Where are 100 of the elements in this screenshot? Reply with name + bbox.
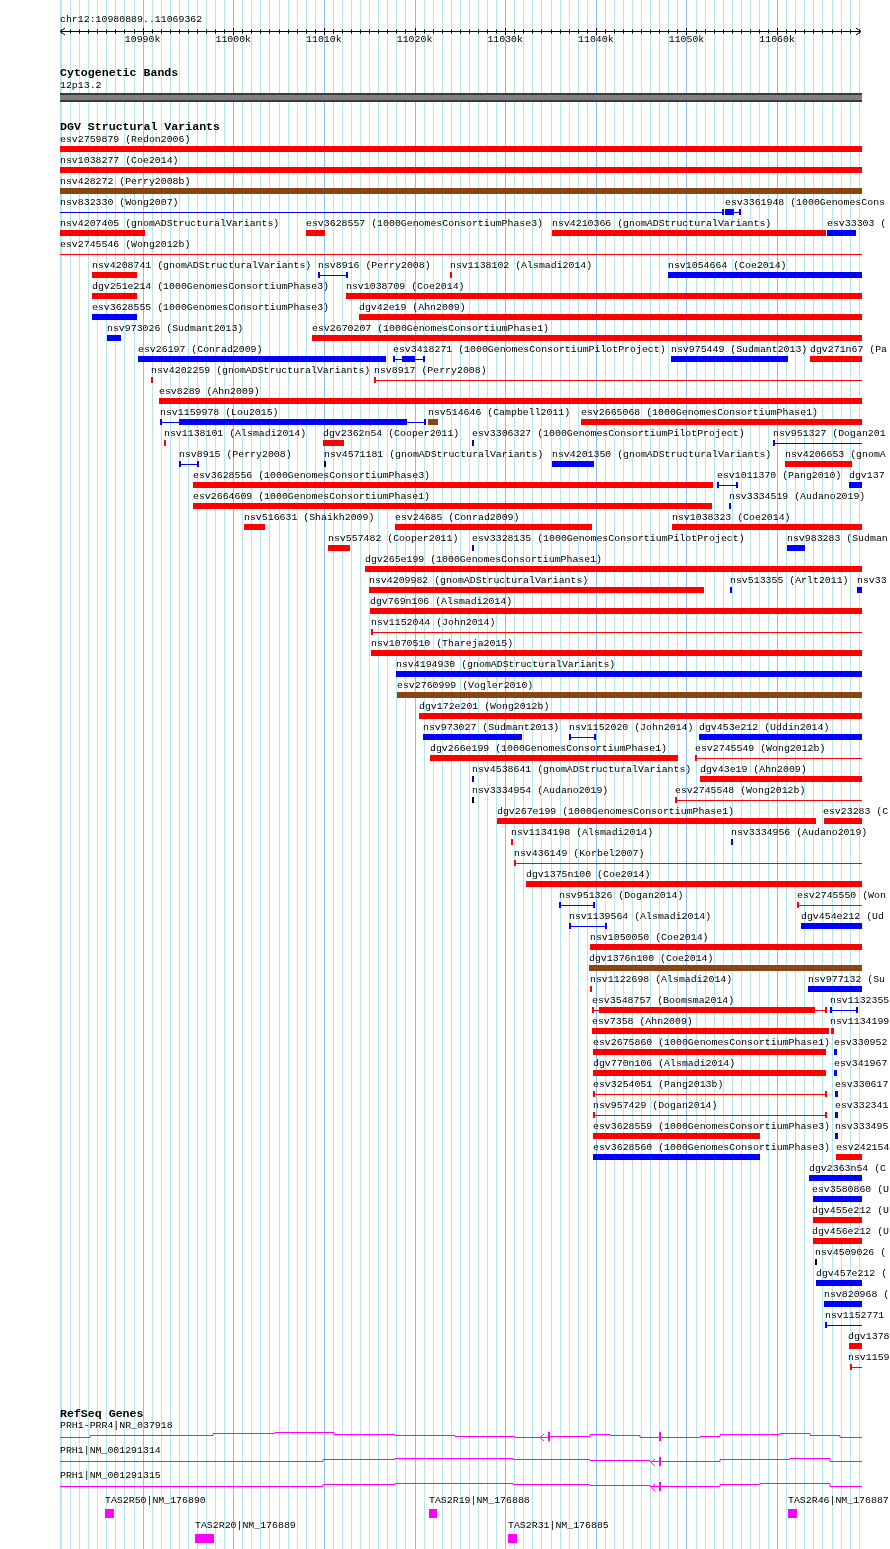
variant-label: dgv455e212 (U <box>812 1205 890 1217</box>
variant-label: nsv1138102 (Alsmadi2014) <box>450 260 593 272</box>
variant-label: nsv1054664 (Coe2014) <box>668 260 787 272</box>
gene-block <box>429 1509 437 1518</box>
variant-label: dgv457e212 ( <box>816 1268 888 1280</box>
variant-label: esv2759879 (Redon2006) <box>60 134 191 146</box>
variant-label: dgv2363n54 (C <box>809 1163 887 1175</box>
variant-label: nsv4201350 (gnomADStructuralVariants) <box>552 449 772 461</box>
variant-label: dgv265e199 (1000GenomesConsortiumPhase1) <box>365 554 603 566</box>
variant-label: esv3361948 (1000GenomesCons <box>725 197 885 209</box>
variant-label: nsv4509026 ( <box>815 1247 887 1259</box>
variant-label: nsv973027 (Sudmant2013) <box>423 722 560 734</box>
variant-label: dgv266e199 (1000GenomesConsortiumPhase1) <box>430 743 668 755</box>
variant-label: dgv137 <box>849 470 885 482</box>
variant-label: nsv983283 (Sudman <box>787 533 888 545</box>
variant-label: esv3328135 (1000GenomesConsortiumPilotProject) <box>472 533 745 545</box>
variant-label: dgv453e212 (Uddin2014) <box>699 722 830 734</box>
ruler-tick-label: 11050k <box>668 34 705 46</box>
variant-label: esv2675860 (1000GenomesConsortiumPhase1) <box>593 1037 831 1049</box>
ruler-tick-label: 11040k <box>578 34 614 46</box>
variant-label: esv2745550 (Won <box>797 890 886 902</box>
gene-label: TAS2R20|NM_176889 <box>195 1520 296 1532</box>
variant-label: nsv4571181 (gnomADStructuralVariants) <box>324 449 544 461</box>
variant-label: esv3628560 (1000GenomesConsortiumPhase3) <box>593 1142 831 1154</box>
variant-label: nsv1132355 <box>830 995 890 1007</box>
variant-label: nsv4202259 (gnomADStructuralVariants) <box>151 365 371 377</box>
variant-label: nsv1122698 (Alsmadi2014) <box>590 974 733 986</box>
variant-label: nsv975449 (Sudmant2013) <box>671 344 808 356</box>
variant-label: nsv1159978 (Lou2015) <box>160 407 279 419</box>
gene-block <box>195 1534 214 1543</box>
variant-label: nsv33 <box>857 575 887 587</box>
variant-label: nsv1038277 (Coe2014) <box>60 155 179 167</box>
gene-block <box>508 1534 517 1543</box>
variant-label: esv341967 <box>834 1058 888 1070</box>
variant-label: nsv557482 (Cooper2011) <box>328 533 459 545</box>
variant-label: nsv1038709 (Coe2014) <box>346 281 465 293</box>
gene-block <box>788 1509 797 1518</box>
variant-label: nsv8917 (Perry2008) <box>374 365 487 377</box>
ruler-tick-label: 10990k <box>124 34 161 46</box>
variant-label: nsv428272 (Perry2008b) <box>60 176 191 188</box>
variant-label: nsv514646 (Campbell2011) <box>428 407 571 419</box>
gene-label: PRH1|NM_001291314 <box>60 1445 161 1457</box>
variant-label: esv24685 (Conrad2009) <box>395 512 520 524</box>
ruler-tick-label: 11030k <box>487 34 523 46</box>
ruler-tick-label: 11000k <box>215 34 251 46</box>
gene-label: TAS2R31|NM_176885 <box>508 1520 609 1532</box>
variant-label: nsv1152771 <box>825 1310 885 1322</box>
variant-label: esv1011370 (Pang2010) <box>717 470 842 482</box>
variant-label: nsv4538641 (gnomADStructuralVariants) <box>472 764 692 776</box>
variant-label: nsv832330 (Wong2007) <box>60 197 179 209</box>
variant-label: dgv1376n100 (Coe2014) <box>589 953 714 965</box>
variant-label: nsv1050050 (Coe2014) <box>590 932 709 944</box>
variant-label: dgv267e199 (1000GenomesConsortiumPhase1) <box>497 806 735 818</box>
variant-label: dgv271n67 (Pa <box>810 344 888 356</box>
variant-label: nsv1134198 (Alsmadi2014) <box>511 827 654 839</box>
variant-label: nsv1138101 (Alsmadi2014) <box>164 428 307 440</box>
variant-label: nsv8916 (Perry2008) <box>318 260 431 272</box>
track-title: DGV Structural Variants <box>60 121 221 133</box>
variant-label: dgv251e214 (1000GenomesConsortiumPhase3) <box>92 281 330 293</box>
variant-label: esv23283 (C <box>823 806 889 818</box>
variant-label: esv3628556 (1000GenomesConsortiumPhase3) <box>193 470 431 482</box>
variant-label: esv3548757 (Boomsma2014) <box>592 995 735 1007</box>
variant-label: esv7358 (Ahn2009) <box>592 1016 693 1028</box>
ruler-tick-label: 11020k <box>396 34 433 46</box>
variant-label: esv26197 (Conrad2009) <box>138 344 263 356</box>
variant-label: nsv1152020 (John2014) <box>569 722 694 734</box>
ruler-tick-label: 11060k <box>759 34 795 46</box>
variant-label: nsv951326 (Dogan2014) <box>559 890 684 902</box>
variant-label: dgv172e201 (Wong2012b) <box>419 701 550 713</box>
gene-label: TAS2R50|NM_176890 <box>105 1495 206 1507</box>
variant-label: esv8289 (Ahn2009) <box>159 386 260 398</box>
variant-label: dgv454e212 (Ud <box>801 911 884 923</box>
variant-label: esv2745549 (Wong2012b) <box>695 743 826 755</box>
variant-label: nsv436149 (Korbel2007) <box>514 848 645 860</box>
variant-label: nsv3334519 (Audano2019) <box>729 491 866 503</box>
variant-label: dgv2362n54 (Cooper2011) <box>323 428 460 440</box>
variant-label: nsv973026 (Sudmant2013) <box>107 323 244 335</box>
variant-label: nsv4206653 (gnomA <box>785 449 886 461</box>
variant-label: dgv1378 <box>848 1331 890 1343</box>
variant-label: nsv4209982 (gnomADStructuralVariants) <box>369 575 589 587</box>
band-label: 12p13.2 <box>60 80 102 92</box>
variant-label: esv2760999 (Vogler2010) <box>397 680 534 692</box>
variant-label: dgv770n106 (Alsmadi2014) <box>593 1058 736 1070</box>
variant-label: nsv8915 (Perry2008) <box>179 449 292 461</box>
variant-label: nsv513355 (Arlt2011) <box>730 575 849 587</box>
gene-label: PRH1-PRR4|NR_037918 <box>60 1420 173 1432</box>
variant-label: esv3254051 (Pang2013b) <box>593 1079 724 1091</box>
region-label: chr12:10980889..11069362 <box>60 14 203 26</box>
track-title: Cytogenetic Bands <box>60 67 179 79</box>
variant-label: esv3306327 (1000GenomesConsortiumPilotProject) <box>472 428 745 440</box>
variant-label: nsv1152044 (John2014) <box>371 617 496 629</box>
variant-label: nsv951327 (Dogan201 <box>773 428 886 440</box>
variant-label: dgv42e19 (Ahn2009) <box>359 302 466 314</box>
gene-label: PRH1|NM_001291315 <box>60 1470 161 1482</box>
variant-label: esv2665068 (1000GenomesConsortiumPhase1) <box>581 407 819 419</box>
variant-label: dgv456e212 (U <box>812 1226 890 1238</box>
variant-label: nsv333495 <box>835 1121 889 1133</box>
variant-label: esv3628557 (1000GenomesConsortiumPhase3) <box>306 218 544 230</box>
variant-label: nsv957429 (Dogan2014) <box>593 1100 718 1112</box>
variant-label: nsv1159 <box>848 1352 890 1364</box>
